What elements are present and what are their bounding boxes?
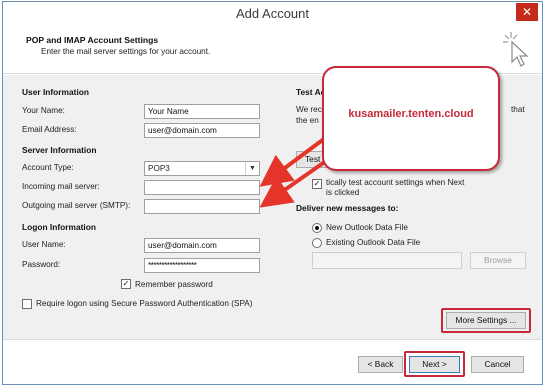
callout-text: kusamailer.tenten.cloud bbox=[348, 108, 474, 120]
annotation-arrows bbox=[259, 128, 338, 208]
server-address-callout: kusamailer.tenten.cloud bbox=[322, 66, 500, 171]
